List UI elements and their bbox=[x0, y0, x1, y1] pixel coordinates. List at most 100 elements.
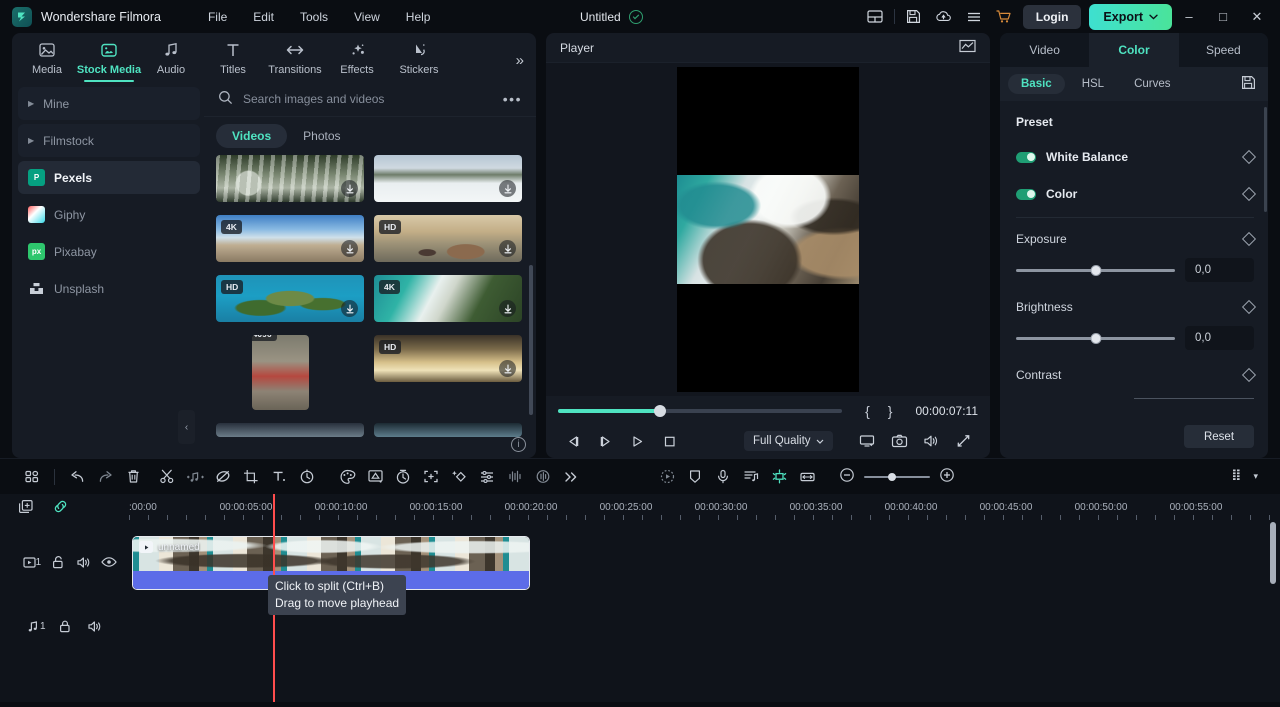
next-frame-button[interactable] bbox=[590, 428, 620, 454]
snapshot-button[interactable] bbox=[884, 428, 914, 454]
thumbnail-beach-shore[interactable]: 4K bbox=[216, 215, 364, 262]
thumbnail-partial-left[interactable] bbox=[216, 423, 364, 437]
download-icon[interactable] bbox=[341, 300, 358, 317]
more-categories-icon[interactable]: » bbox=[516, 52, 524, 69]
window-minimize-button[interactable]: – bbox=[1172, 0, 1206, 33]
layout-icon[interactable] bbox=[860, 3, 890, 31]
white-balance-keyframe-icon[interactable] bbox=[1241, 149, 1257, 165]
render-preview-icon[interactable] bbox=[653, 464, 681, 490]
tab-titles[interactable]: Titles bbox=[202, 40, 264, 81]
contrast-keyframe-icon[interactable] bbox=[1241, 367, 1257, 383]
thumbnail-partial-right[interactable] bbox=[374, 423, 522, 437]
link-chain-icon[interactable] bbox=[52, 499, 69, 517]
player-scrubber[interactable] bbox=[558, 405, 843, 417]
download-icon[interactable] bbox=[341, 180, 358, 197]
thumbnail-scrollbar[interactable] bbox=[529, 265, 533, 415]
color-palette-icon[interactable] bbox=[333, 464, 361, 490]
brightness-keyframe-icon[interactable] bbox=[1241, 299, 1257, 315]
color-keyframe-icon[interactable] bbox=[1241, 186, 1257, 202]
menu-file[interactable]: File bbox=[195, 6, 240, 28]
exposure-value[interactable]: 0,0 bbox=[1185, 258, 1254, 282]
source-mine[interactable]: ▶ Mine bbox=[18, 87, 200, 120]
zoom-slider-handle[interactable] bbox=[887, 472, 896, 481]
marker-icon[interactable] bbox=[681, 464, 709, 490]
tab-stock-media[interactable]: Stock Media bbox=[77, 40, 141, 82]
volume-button[interactable] bbox=[916, 428, 946, 454]
brightness-slider-handle[interactable] bbox=[1090, 332, 1101, 344]
cloud-upload-icon[interactable] bbox=[929, 3, 959, 31]
floppy-disk-icon[interactable] bbox=[1241, 75, 1256, 93]
mark-out-button[interactable]: } bbox=[879, 403, 902, 419]
stop-button[interactable] bbox=[654, 428, 684, 454]
source-unsplash[interactable]: Unsplash bbox=[18, 272, 200, 305]
eye-icon[interactable] bbox=[96, 549, 122, 575]
mute-icon[interactable] bbox=[71, 549, 97, 575]
play-button[interactable] bbox=[622, 428, 652, 454]
menu-view[interactable]: View bbox=[341, 6, 393, 28]
window-close-button[interactable]: ✕ bbox=[1240, 0, 1274, 33]
curve-graph-icon[interactable] bbox=[959, 39, 976, 56]
scrub-handle[interactable] bbox=[654, 405, 667, 417]
thumbnail-vertical-people[interactable]: 2160x4096 bbox=[252, 335, 309, 410]
fit-timeline-icon[interactable] bbox=[793, 464, 821, 490]
download-icon[interactable] bbox=[499, 300, 516, 317]
green-screen-icon[interactable] bbox=[361, 464, 389, 490]
tab-video[interactable]: Video bbox=[1000, 33, 1090, 67]
thumbnail-ocean-waves[interactable] bbox=[374, 155, 522, 202]
menu-edit[interactable]: Edit bbox=[240, 6, 287, 28]
audio-wave-icon[interactable] bbox=[501, 464, 529, 490]
thumbnail-leaf-underwater[interactable]: HD bbox=[216, 275, 364, 322]
timeline-ruler[interactable]: :00:00 00:00:05:00 00:00:10:00 00:00:15:00 0… bbox=[122, 494, 1280, 522]
mask-icon[interactable] bbox=[209, 464, 237, 490]
tab-stickers[interactable]: Stickers bbox=[388, 40, 450, 81]
download-icon[interactable] bbox=[341, 240, 358, 257]
track-manager-caret[interactable]: ▾ bbox=[1253, 471, 1258, 482]
timeline-vertical-scrollbar[interactable] bbox=[1270, 522, 1276, 584]
reset-button[interactable]: Reset bbox=[1184, 425, 1254, 448]
white-balance-toggle[interactable] bbox=[1016, 151, 1036, 163]
info-icon[interactable]: i bbox=[511, 437, 526, 452]
source-pexels[interactable]: P Pexels bbox=[18, 161, 200, 194]
duplicate-icon[interactable] bbox=[18, 499, 34, 517]
beat-detect-icon[interactable] bbox=[737, 464, 765, 490]
lock-icon[interactable] bbox=[50, 613, 80, 639]
speed-icon[interactable] bbox=[293, 464, 321, 490]
hamburger-menu-icon[interactable] bbox=[959, 3, 989, 31]
search-input[interactable] bbox=[243, 91, 493, 106]
audio-detach-icon[interactable] bbox=[181, 464, 209, 490]
source-pixabay[interactable]: px Pixabay bbox=[18, 235, 200, 268]
grid-layout-icon[interactable] bbox=[18, 464, 46, 490]
delete-icon[interactable] bbox=[119, 464, 147, 490]
collapse-panel-button[interactable]: ‹ bbox=[178, 410, 195, 444]
preview-stage[interactable] bbox=[546, 63, 990, 396]
zoom-in-button[interactable] bbox=[939, 467, 955, 486]
source-giphy[interactable]: Giphy bbox=[18, 198, 200, 231]
quality-dropdown[interactable]: Full Quality bbox=[744, 431, 833, 451]
subtab-photos[interactable]: Photos bbox=[287, 124, 356, 148]
menu-help[interactable]: Help bbox=[393, 6, 444, 28]
ai-magic-icon[interactable] bbox=[445, 464, 473, 490]
color-toggle[interactable] bbox=[1016, 188, 1036, 200]
motion-tracking-icon[interactable] bbox=[417, 464, 445, 490]
save-icon[interactable] bbox=[899, 3, 929, 31]
tab-speed[interactable]: Speed bbox=[1178, 33, 1268, 67]
brightness-slider[interactable] bbox=[1016, 332, 1175, 344]
subtab-curves[interactable]: Curves bbox=[1121, 74, 1183, 94]
brightness-value[interactable]: 0,0 bbox=[1185, 326, 1254, 350]
unlock-icon[interactable] bbox=[45, 549, 71, 575]
export-button[interactable]: Export bbox=[1089, 3, 1172, 30]
zoom-slider[interactable] bbox=[864, 472, 930, 481]
crop-icon[interactable] bbox=[237, 464, 265, 490]
stabilize-icon[interactable] bbox=[389, 464, 417, 490]
menu-tools[interactable]: Tools bbox=[287, 6, 341, 28]
split-scissors-icon[interactable] bbox=[153, 464, 181, 490]
source-filmstock[interactable]: ▶ Filmstock bbox=[18, 124, 200, 157]
download-icon[interactable] bbox=[499, 180, 516, 197]
thumbnail-desert-van[interactable]: HD bbox=[374, 215, 522, 262]
fullscreen-button[interactable] bbox=[948, 428, 978, 454]
download-icon[interactable] bbox=[499, 240, 516, 257]
thumbnail-golden-grass[interactable]: HD bbox=[374, 335, 522, 382]
tab-audio[interactable]: Audio bbox=[140, 40, 202, 81]
mark-in-button[interactable]: { bbox=[856, 403, 879, 419]
audio-ducking-icon[interactable] bbox=[529, 464, 557, 490]
